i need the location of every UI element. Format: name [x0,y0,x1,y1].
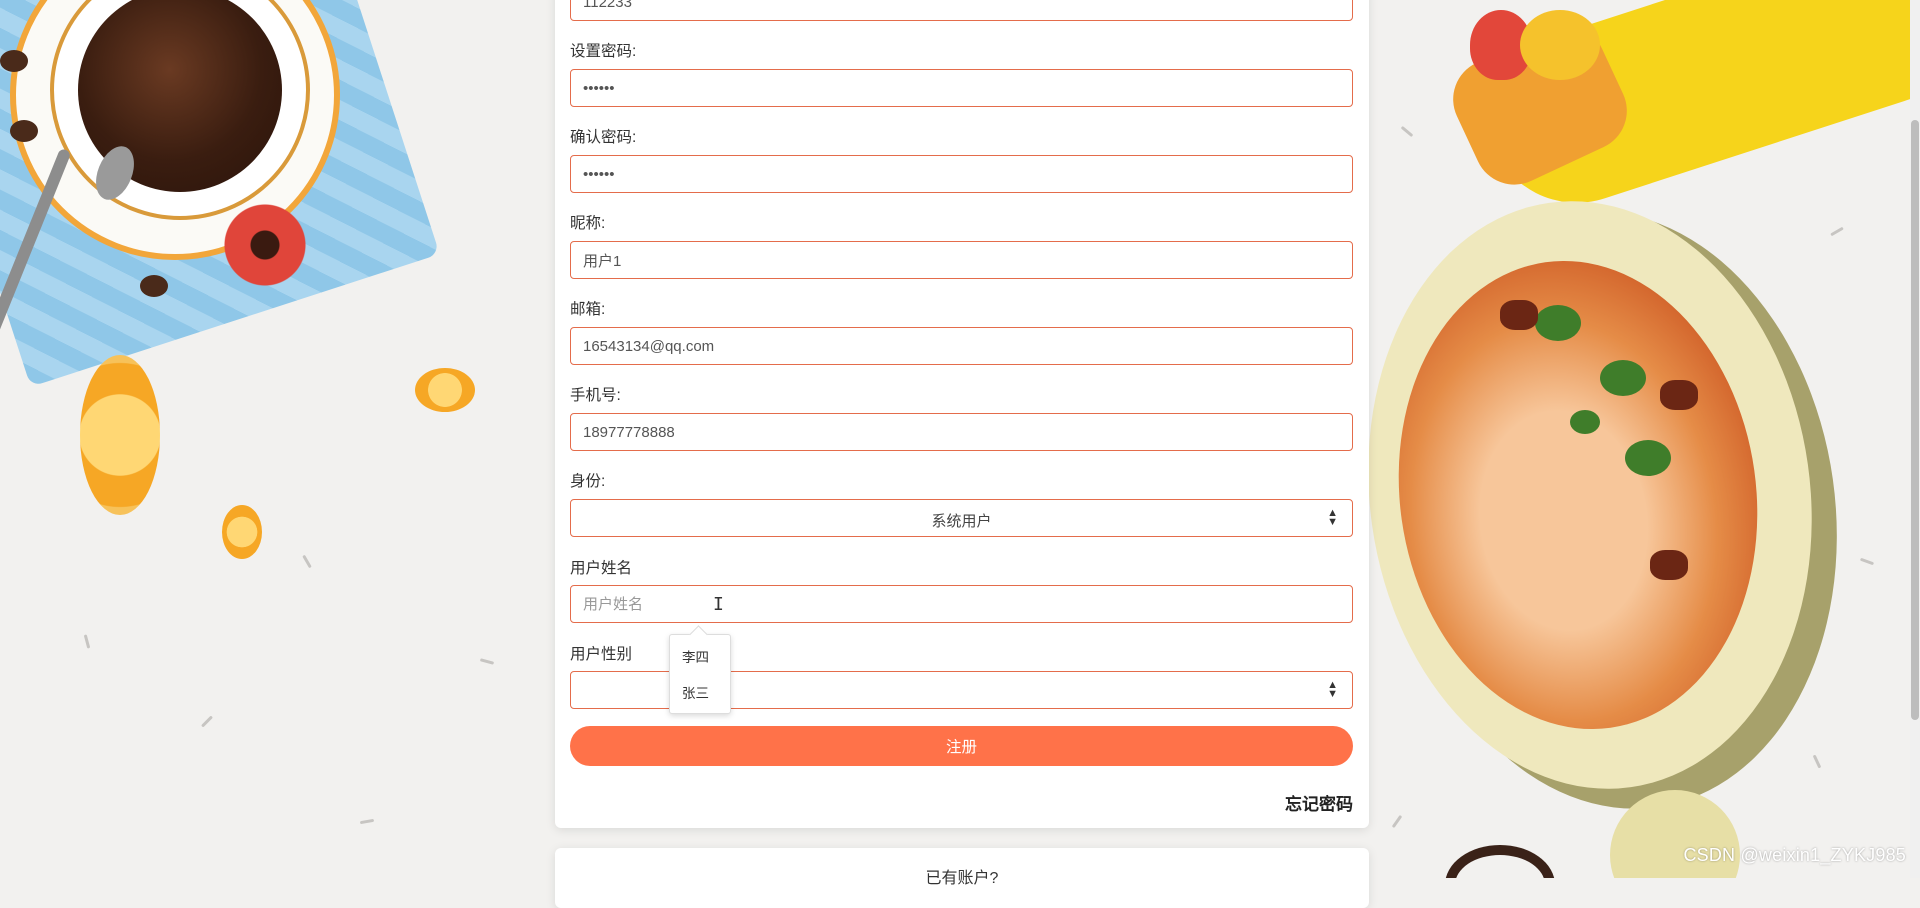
greens-illustration [1625,440,1671,476]
gender-label: 用户性别 [570,646,633,663]
orange-slice-illustration [222,505,262,559]
realname-label: 用户姓名 [570,560,633,577]
identity-select[interactable]: 系统用户 ▲ ▼ [570,499,1353,537]
beef-illustration [1650,550,1688,580]
autocomplete-dropdown: 李四 张三 [669,634,731,714]
swirl-illustration [1445,845,1555,878]
password-label: 设置密码: [570,43,637,60]
email-input[interactable] [570,327,1353,365]
realname-input[interactable] [570,585,1353,623]
sort-arrows-icon: ▲ ▼ [1327,507,1338,528]
password-input[interactable] [570,69,1353,107]
lemon-illustration [1520,10,1600,80]
phone-input[interactable] [570,413,1353,451]
register-button[interactable]: 注册 [570,726,1353,766]
email-label: 邮箱: [570,301,606,318]
speck [1400,125,1414,138]
text-cursor-icon: I [713,594,724,615]
speck [83,634,91,649]
coffee-bean-illustration [10,120,38,142]
confirm-password-input[interactable] [570,155,1353,193]
identity-select-value: 系统用户 [931,513,992,530]
identity-label: 身份: [570,473,606,490]
scrollbar-track[interactable] [1910,0,1920,878]
phone-label: 手机号: [570,387,621,404]
beef-illustration [1500,300,1538,330]
login-prompt-card: 已有账户? [555,848,1369,908]
speck [479,658,495,665]
login-prompt-text[interactable]: 已有账户? [555,864,1369,888]
username-input[interactable] [570,0,1353,21]
speck [1812,754,1822,769]
coffee-bean-illustration [140,275,168,297]
speck [200,715,214,728]
speck [302,554,312,569]
watermark-text: CSDN @weixin1_ZYKJ985 [1683,845,1906,865]
forgot-password-link[interactable]: 忘记密码 [1285,790,1353,815]
greens-illustration [1570,410,1600,434]
sort-arrows-icon: ▲ ▼ [1327,679,1338,700]
speck [1830,226,1844,237]
coffee-bean-illustration [0,50,28,72]
nickname-label: 昵称: [570,215,606,232]
nickname-input[interactable] [570,241,1353,279]
autocomplete-item[interactable]: 李四 [682,646,709,666]
beef-illustration [1660,380,1698,410]
confirm-password-label: 确认密码: [570,129,637,146]
autocomplete-item[interactable]: 张三 [682,682,709,702]
orange-slice-illustration [80,355,160,515]
speck [1859,557,1875,566]
speck [1391,814,1403,829]
greens-illustration [1535,305,1581,341]
scrollbar-thumb[interactable] [1911,120,1919,720]
greens-illustration [1600,360,1646,396]
orange-slice-illustration [415,368,475,412]
flower-illustration [215,195,315,295]
speck [359,818,375,825]
